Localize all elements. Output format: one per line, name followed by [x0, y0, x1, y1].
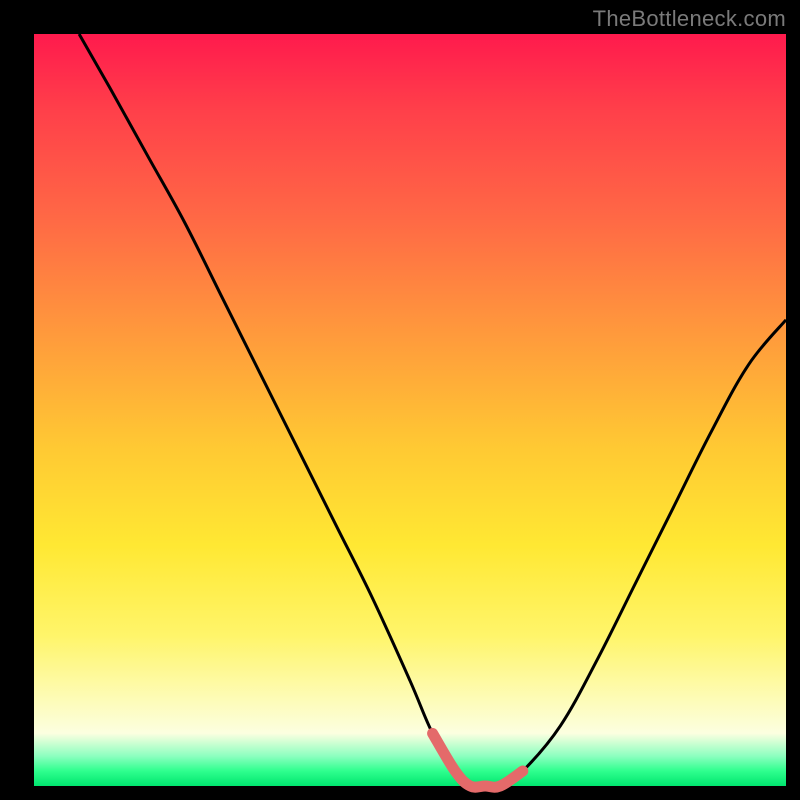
bottleneck-curve: [34, 34, 786, 786]
watermark-label: TheBottleneck.com: [593, 6, 786, 32]
curve-path: [79, 34, 786, 787]
chart-frame: TheBottleneck.com: [0, 0, 800, 800]
trough-highlight: [433, 733, 523, 787]
plot-area: [34, 34, 786, 786]
